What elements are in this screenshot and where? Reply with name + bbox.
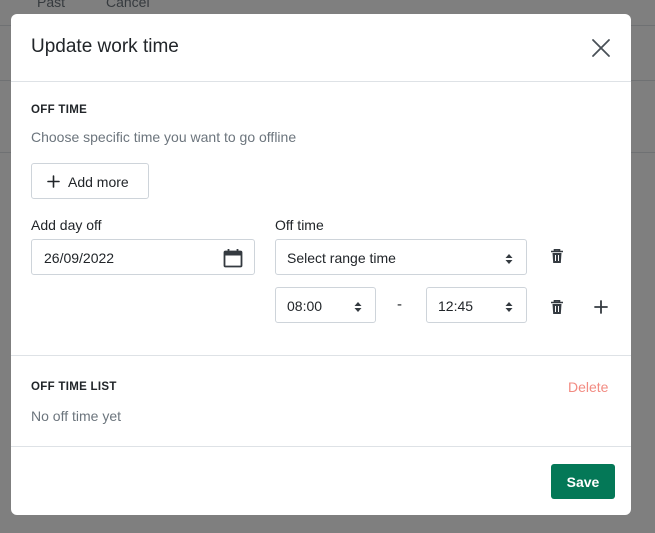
add-time-icon[interactable] [593,299,609,315]
save-button[interactable]: Save [551,464,615,499]
add-more-button[interactable]: Add more [31,163,149,199]
delete-link[interactable]: Delete [568,379,608,395]
off-time-list-title: OFF TIME LIST [31,381,117,393]
select-caret-icon [505,300,513,312]
delete-time-icon[interactable] [549,299,565,315]
end-time-select[interactable]: 12:45 [426,287,527,323]
range-time-select[interactable]: Select range time [275,239,527,275]
range-select-value: Select range time [287,250,396,266]
select-caret-icon [354,300,362,312]
add-day-off-label: Add day off [31,217,102,233]
day-off-date-input[interactable]: 26/09/2022 [31,239,255,275]
modal-footer: Save [11,446,631,515]
empty-state-text: No off time yet [31,408,122,424]
close-icon[interactable] [589,36,613,60]
modal-title: Update work time [31,36,179,57]
time-range-separator: - [397,296,402,313]
off-time-hint: Choose specific time you want to go offl… [31,129,297,145]
date-value: 26/09/2022 [44,250,115,266]
start-time-value: 08:00 [287,298,323,314]
plus-icon [47,175,60,188]
start-time-select[interactable]: 08:00 [275,287,376,323]
off-time-section-title: OFF TIME [31,104,88,116]
modal-header: Update work time [11,14,631,82]
update-work-time-modal: Update work time OFF TIME Choose specifi… [11,14,631,515]
end-time-value: 12:45 [438,298,474,314]
section-divider [11,355,631,356]
calendar-icon[interactable] [223,248,243,268]
delete-range-icon[interactable] [549,248,565,264]
add-more-label: Add more [68,174,129,190]
select-caret-icon [505,252,513,264]
off-time-label: Off time [275,217,324,233]
